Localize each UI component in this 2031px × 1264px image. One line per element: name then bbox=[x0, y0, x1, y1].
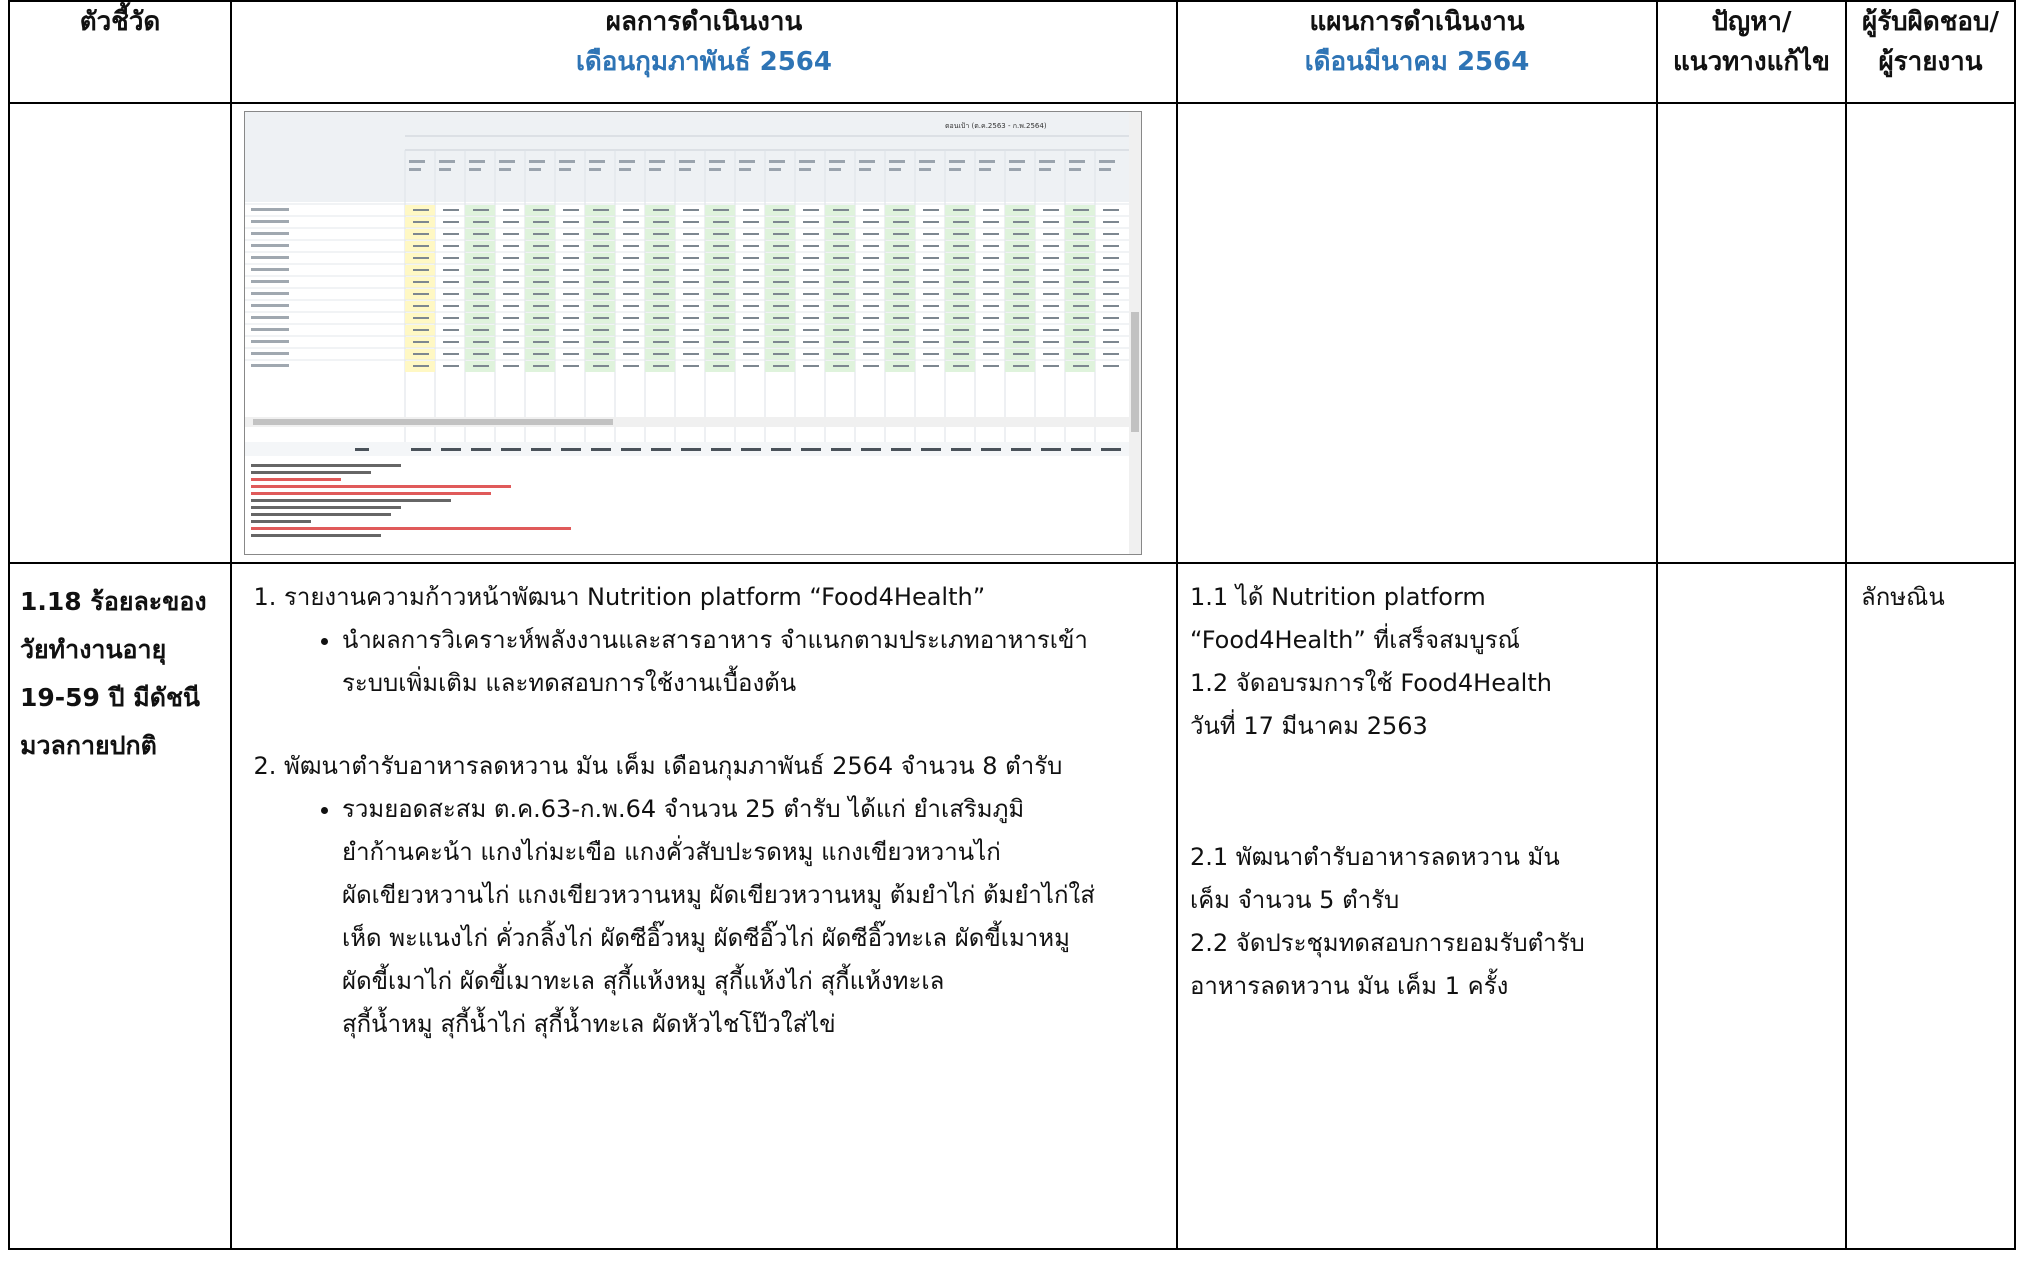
header-problems: ปัญหา/ แนวทางแก้ไข bbox=[1656, 0, 1847, 104]
result-item: พัฒนาตำรับอาหารลดหวาน มัน เค็ม เดือนกุมภ… bbox=[284, 745, 1166, 1046]
result-item-title: รายงานความก้าวหน้าพัฒนา Nutrition platfo… bbox=[284, 583, 986, 611]
header-results: ผลการดำเนินงาน เดือนกุมภาพันธ์ 2564 bbox=[230, 0, 1178, 104]
problems-cell bbox=[1656, 562, 1847, 1250]
spreadsheet-graphic: ตอนเป้า (ต.ค.2563 - ก.พ.2564) bbox=[245, 112, 1141, 554]
indicator-cell: 1.18 ร้อยละของ วัยทำงานอายุ 19-59 ปี มีด… bbox=[8, 562, 232, 1250]
bullet-line: เห็ด พะแนงไก่ คั่วกลิ้งไก่ ผัดซีอิ๊วหมู … bbox=[342, 924, 1070, 952]
owner-cell: ลักษณิน bbox=[1845, 562, 2016, 1250]
indicator-line: 1.18 ร้อยละของ bbox=[20, 587, 207, 616]
plan-line: 1.1 ได้ Nutrition platform bbox=[1190, 583, 1486, 611]
bullet-line: นำผลการวิเคราะห์พลังงานและสารอาหาร จำแนก… bbox=[342, 626, 1088, 654]
header-owner: ผู้รับผิดชอบ/ ผู้รายงาน bbox=[1845, 0, 2016, 104]
plan-line: 1.2 จัดอบรมการใช้ Food4Health bbox=[1190, 669, 1552, 697]
result-bullet: รวมยอดสะสม ต.ค.63-ก.พ.64 จำนวน 25 ตำรับ … bbox=[342, 788, 1166, 1046]
plans-cell: 1.1 ได้ Nutrition platform “Food4Health”… bbox=[1176, 562, 1658, 1250]
result-bullets: นำผลการวิเคราะห์พลังงานและสารอาหาร จำแนก… bbox=[284, 619, 1166, 705]
header-results-title: ผลการดำเนินงาน bbox=[605, 7, 803, 37]
plan-line: “Food4Health” ที่เสร็จสมบูรณ์ bbox=[1190, 626, 1520, 654]
header-problems-line2: แนวทางแก้ไข bbox=[1673, 47, 1830, 77]
header-row: ตัวชี้วัด ผลการดำเนินงาน เดือนกุมภาพันธ์… bbox=[8, 0, 2016, 104]
plan-line: วันที่ 17 มีนาคม 2563 bbox=[1190, 712, 1428, 740]
result-item: รายงานความก้าวหน้าพัฒนา Nutrition platfo… bbox=[284, 576, 1166, 745]
header-plans: แผนการดำเนินงาน เดือนมีนาคม 2564 bbox=[1176, 0, 1658, 104]
header-owner-line1: ผู้รับผิดชอบ/ bbox=[1861, 7, 2000, 37]
result-bullet: นำผลการวิเคราะห์พลังงานและสารอาหาร จำแนก… bbox=[342, 619, 1166, 705]
header-indicator: ตัวชี้วัด bbox=[8, 0, 232, 104]
header-plans-month: เดือนมีนาคม 2564 bbox=[1304, 47, 1530, 77]
plan-line: 2.1 พัฒนาตำรับอาหารลดหวาน มัน bbox=[1190, 843, 1560, 871]
bullet-line: ยำก้านคะน้า แกงไก่มะเขือ แกงคั่วสับปะรดห… bbox=[342, 838, 1001, 866]
embedded-spreadsheet-image: ตอนเป้า (ต.ค.2563 - ก.พ.2564) bbox=[244, 111, 1142, 555]
image-row-owner bbox=[1845, 102, 2016, 564]
indicator-line: 19-59 ปี มีดัชนี bbox=[20, 683, 201, 712]
bullet-line: สุกี้น้ำหมู สุกี้น้ำไก่ สุกี้น้ำทะเล ผัด… bbox=[342, 1010, 836, 1038]
header-plans-title: แผนการดำเนินงาน bbox=[1309, 7, 1525, 37]
bullet-line: ระบบเพิ่มเติม และทดสอบการใช้งานเบื้องต้น bbox=[342, 669, 797, 697]
indicator-line: วัยทำงานอายุ bbox=[20, 635, 167, 664]
header-owner-line2: ผู้รายงาน bbox=[1878, 47, 1983, 77]
plan-line: เค็ม จำนวน 5 ตำรับ bbox=[1190, 886, 1400, 914]
image-row-problems bbox=[1656, 102, 1847, 564]
result-bullets: รวมยอดสะสม ต.ค.63-ก.พ.64 จำนวน 25 ตำรับ … bbox=[284, 788, 1166, 1046]
bullet-line: ผัดเขียวหวานไก่ แกงเขียวหวานหมู ผัดเขียว… bbox=[342, 881, 1095, 909]
result-item-title: พัฒนาตำรับอาหารลดหวาน มัน เค็ม เดือนกุมภ… bbox=[284, 752, 1063, 780]
plan-line: อาหารลดหวาน มัน เค็ม 1 ครั้ง bbox=[1190, 972, 1509, 1000]
results-cell: รายงานความก้าวหน้าพัฒนา Nutrition platfo… bbox=[230, 562, 1178, 1250]
image-row-plans bbox=[1176, 102, 1658, 564]
header-results-month: เดือนกุมภาพันธ์ 2564 bbox=[576, 47, 832, 77]
image-row-indicator bbox=[8, 102, 232, 564]
indicator-line: มวลกายปกติ bbox=[20, 731, 157, 760]
results-list: รายงานความก้าวหน้าพัฒนา Nutrition platfo… bbox=[246, 576, 1166, 1046]
header-problems-line1: ปัญหา/ bbox=[1711, 7, 1792, 37]
indicator-row-1-18: 1.18 ร้อยละของ วัยทำงานอายุ 19-59 ปี มีด… bbox=[8, 562, 2016, 1250]
owner-name: ลักษณิน bbox=[1861, 583, 1945, 611]
bullet-line: รวมยอดสะสม ต.ค.63-ก.พ.64 จำนวน 25 ตำรับ … bbox=[342, 795, 1025, 823]
plan-line: 2.2 จัดประชุมทดสอบการยอมรับตำรับ bbox=[1190, 929, 1585, 957]
sheet-title: ตอนเป้า (ต.ค.2563 - ก.พ.2564) bbox=[945, 122, 1047, 130]
bullet-line: ผัดขี้เมาไก่ ผัดขี้เมาทะเล สุกี้แห้งหมู … bbox=[342, 967, 945, 995]
